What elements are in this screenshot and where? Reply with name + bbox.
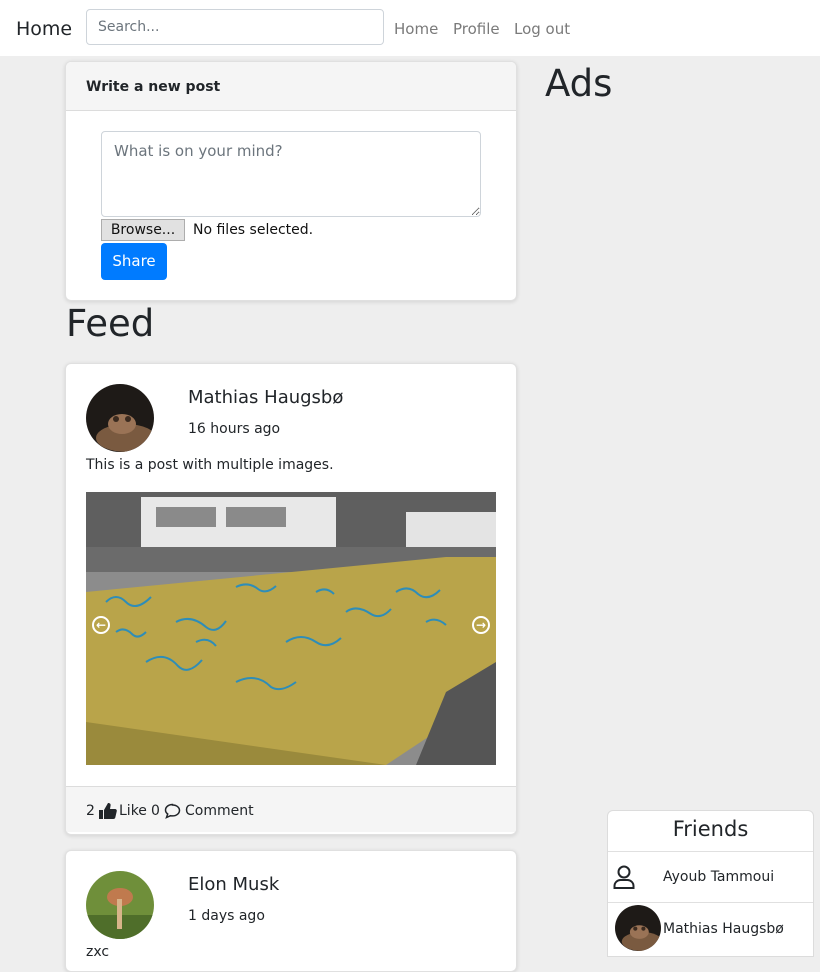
navbar: Home Home Profile Log out: [0, 0, 820, 56]
like-button[interactable]: Like: [119, 803, 147, 819]
nav-link-logout[interactable]: Log out: [514, 20, 570, 38]
write-post-header: Write a new post: [66, 62, 516, 111]
divider: [608, 902, 813, 903]
friend-item[interactable]: Mathias Haugsbø: [663, 921, 784, 937]
brand-home-link[interactable]: Home: [16, 18, 72, 40]
thumbs-up-icon[interactable]: [99, 803, 117, 823]
nav-link-home[interactable]: Home: [394, 20, 438, 38]
comment-button[interactable]: Comment: [185, 803, 254, 819]
avatar[interactable]: [615, 905, 661, 951]
carousel-next-icon[interactable]: →: [472, 616, 490, 634]
carousel-prev-icon[interactable]: ←: [92, 616, 110, 634]
post-time: 16 hours ago: [188, 421, 281, 437]
comment-count: 0: [151, 803, 160, 819]
post-card: Mathias Haugsbø 16 hours ago This is a p…: [65, 363, 517, 835]
nav-link-profile[interactable]: Profile: [453, 20, 500, 38]
post-author[interactable]: Mathias Haugsbø: [188, 387, 343, 408]
post-textarea[interactable]: [101, 131, 481, 217]
post-time: 1 days ago: [188, 908, 265, 924]
divider: [608, 851, 813, 852]
write-post-card: Write a new post Browse... No files sele…: [65, 61, 517, 301]
browse-button[interactable]: Browse...: [101, 219, 185, 241]
friend-item[interactable]: Ayoub Tammoui: [663, 869, 774, 885]
post-card: Elon Musk 1 days ago zxc: [65, 850, 517, 972]
post-footer: 2 Like 0 Comment: [66, 786, 516, 832]
avatar[interactable]: [86, 384, 154, 452]
write-post-title: Write a new post: [86, 79, 221, 95]
post-image-carousel: ← →: [86, 492, 496, 765]
post-text: This is a post with multiple images.: [86, 457, 334, 473]
friends-title: Friends: [672, 817, 749, 841]
avatar[interactable]: [86, 871, 154, 939]
friends-panel: Friends Ayoub Tammoui Mathias Haugsbø: [607, 810, 814, 957]
share-button[interactable]: Share: [101, 243, 167, 280]
feed-heading: Feed: [66, 302, 155, 345]
search-input[interactable]: [86, 9, 384, 45]
file-status-text: No files selected.: [193, 222, 314, 238]
comment-icon[interactable]: [164, 803, 181, 823]
like-count: 2: [86, 803, 95, 819]
ads-heading: Ads: [545, 62, 613, 105]
user-icon: [613, 865, 635, 893]
post-text: zxc: [86, 944, 110, 960]
post-author[interactable]: Elon Musk: [188, 874, 279, 895]
